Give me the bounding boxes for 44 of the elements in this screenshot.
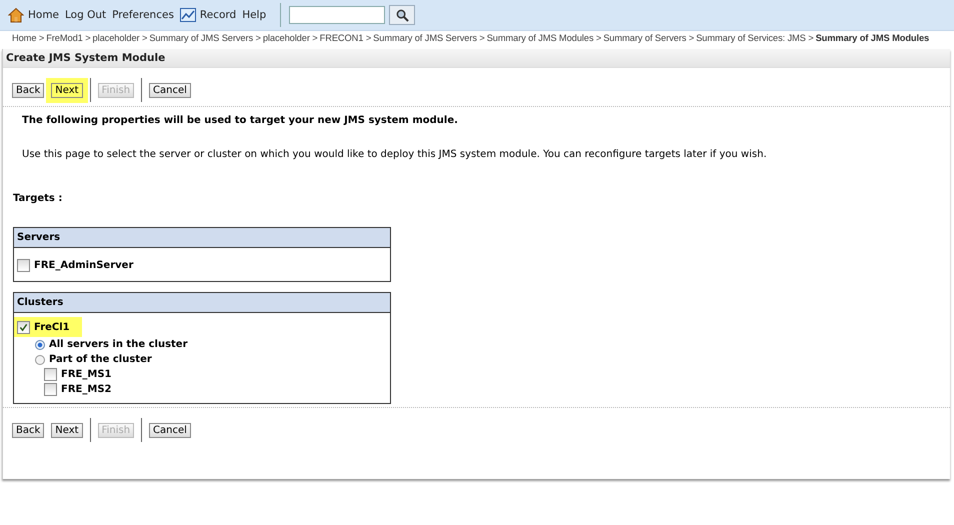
breadcrumb-link[interactable]: placeholder > <box>92 33 148 43</box>
radio-button[interactable] <box>35 354 45 364</box>
panel-heading: Clusters <box>17 297 64 308</box>
house-icon <box>8 7 24 23</box>
checkbox[interactable] <box>17 259 30 272</box>
wizard-button[interactable]: Back <box>12 82 44 98</box>
wizard-button[interactable]: Cancel <box>149 82 191 98</box>
breadcrumb-link[interactable]: Summary of JMS Modules > <box>486 33 602 43</box>
breadcrumb-link[interactable]: Summary of Servers > <box>603 33 694 43</box>
option-label: All servers in the cluster <box>49 339 188 350</box>
cluster-label: FreCl1 <box>34 322 70 332</box>
breadcrumb-link[interactable]: placeholder > <box>262 33 318 43</box>
search-button[interactable] <box>389 5 416 25</box>
breadcrumb-link[interactable]: Summary of JMS Servers > <box>149 33 261 43</box>
server-label: FRE_MS2 <box>61 384 112 395</box>
panel-heading: Servers <box>17 232 60 243</box>
wizard-button[interactable]: Back <box>12 422 44 438</box>
toolbar-link[interactable]: Log Out <box>65 9 106 21</box>
checkbox[interactable] <box>44 383 57 396</box>
intro-text: The following properties will be used to target your new JMS system module. <box>22 115 459 126</box>
description-text: Use this page to select the server or cluster on which you would like to deploy this JMS system module. You can reconfigure targets later if you wish. <box>22 149 768 160</box>
radio-button[interactable] <box>35 340 45 350</box>
server-label: FRE_AdminServer <box>34 260 134 271</box>
breadcrumb-link[interactable]: Summary of Services: JMS > <box>696 33 814 43</box>
breadcrumb-link[interactable]: Summary of JMS Servers > <box>373 33 485 43</box>
toolbar-link[interactable]: Help <box>242 9 266 21</box>
breadcrumb-link[interactable]: FreMod1 > <box>46 33 91 43</box>
toolbar-link[interactable]: Home <box>28 9 60 21</box>
search-icon <box>396 8 409 22</box>
server-label: FRE_MS1 <box>61 369 112 380</box>
chart-icon <box>180 7 196 23</box>
checkbox[interactable] <box>17 320 30 334</box>
toolbar-link[interactable]: Record <box>200 9 236 21</box>
wizard-button[interactable]: Next <box>51 422 83 438</box>
breadcrumb-link[interactable]: FRECON1 > <box>320 33 372 43</box>
page-title: Create JMS System Module <box>6 52 166 64</box>
toolbar-link[interactable]: Preferences <box>112 9 174 21</box>
option-label: Part of the cluster <box>49 354 152 365</box>
targets-label: Targets : <box>13 193 64 204</box>
checkbox[interactable] <box>44 368 57 381</box>
breadcrumb-link[interactable]: Home > <box>12 33 44 43</box>
breadcrumb-link[interactable]: Summary of JMS Modules <box>816 33 930 43</box>
wizard-button[interactable]: Cancel <box>149 422 191 438</box>
search-field[interactable] <box>289 6 386 24</box>
